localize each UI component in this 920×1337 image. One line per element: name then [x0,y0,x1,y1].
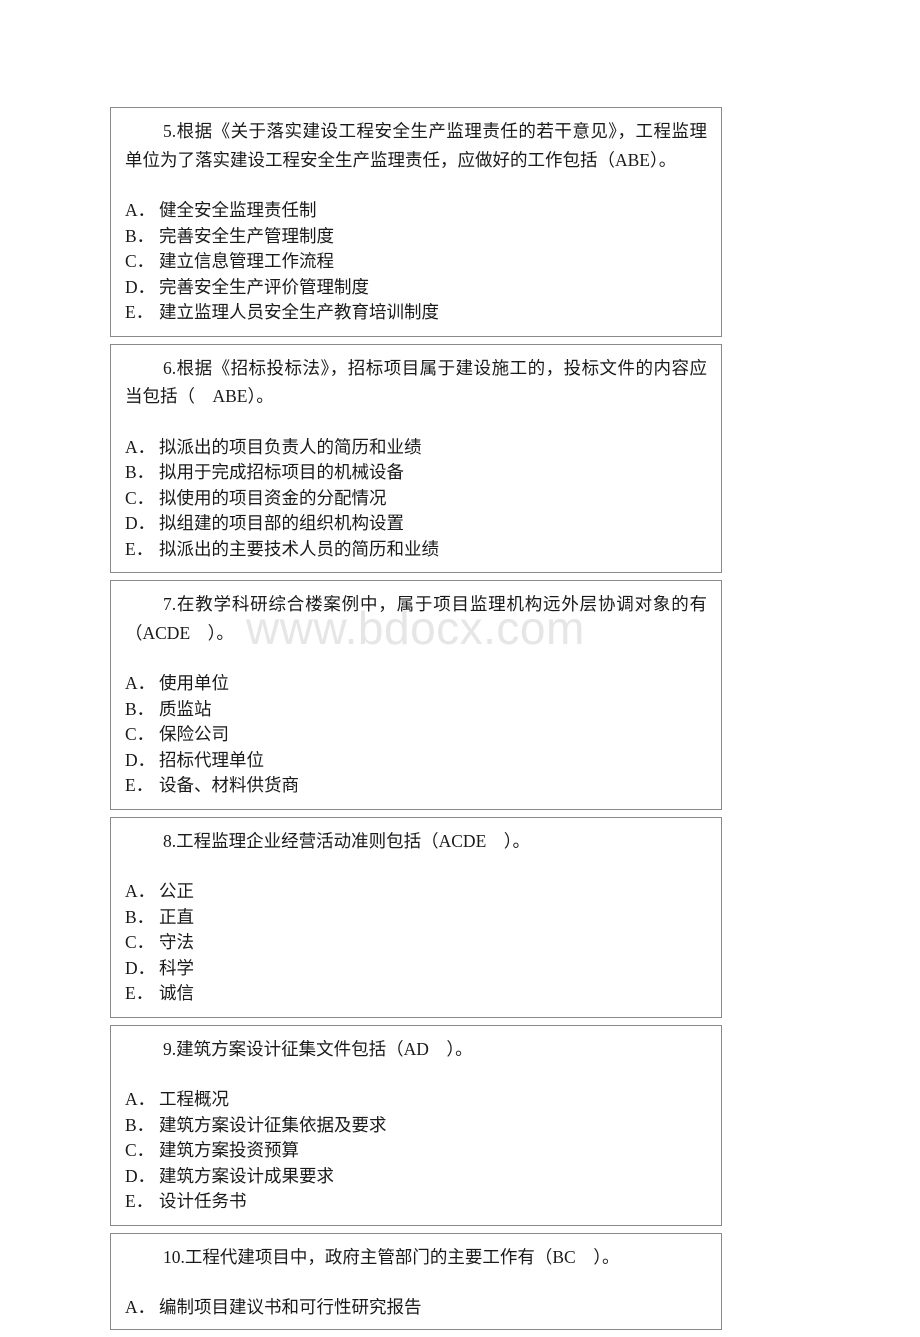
option-text: 工程概况 [159,1089,229,1109]
option-text: 完善安全生产管理制度 [159,225,334,246]
option-list: A． 拟派出的项目负责人的简历和业绩 B． 拟用于完成招标项目的机械设备 C． 拟使用… [111,435,721,573]
question-block-q7: 7.在教学科研综合楼案例中，属于项目监理机构远外层协调对象的有（ACDE ）。 … [110,580,722,810]
option-item[interactable]: E． 建立监理人员安全生产教育培训制度 [125,300,707,326]
option-text: 完善安全生产评价管理制度 [159,276,369,297]
option-text: 设备、材料供货商 [159,775,299,795]
option-label: C． [125,1140,155,1160]
option-list: A． 编制项目建议书和可行性研究报告 [111,1295,721,1329]
option-list: A． 工程概况 B． 建筑方案设计征集依据及要求 C． 建筑方案投资预算 D． 建筑方案… [111,1087,721,1225]
option-text: 拟组建的项目部的组织机构设置 [159,513,404,533]
option-text: 建立信息管理工作流程 [159,251,334,271]
option-text: 招标代理单位 [159,749,264,770]
option-label: A． [125,673,156,693]
question-stem: 8.工程监理企业经营活动准则包括（ACDE ）。 [163,830,531,851]
option-label: E． [125,983,154,1003]
option-label: D． [125,276,156,297]
option-label: E． [125,1191,154,1211]
option-item[interactable]: C． 守法 [125,930,707,956]
option-item[interactable]: D． 建筑方案设计成果要求 [125,1164,707,1190]
option-item[interactable]: A． 使用单位 [125,671,707,697]
option-label: A． [125,881,156,901]
option-label: B． [125,906,155,927]
option-text: 保险公司 [159,724,229,744]
option-text: 建筑方案设计征集依据及要求 [159,1114,387,1135]
option-item[interactable]: B． 完善安全生产管理制度 [125,224,707,250]
question-block-q8: 8.工程监理企业经营活动准则包括（ACDE ）。 A． 公正 B． 正直 C． 守法 … [110,816,722,1018]
question-block-q9: 9.建筑方案设计征集文件包括（AD ）。 A． 工程概况 B． 建筑方案设计征集依据… [110,1024,722,1226]
option-item[interactable]: C． 拟使用的项目资金的分配情况 [125,486,707,512]
option-item[interactable]: E． 诚信 [125,981,707,1007]
document-page: www.bdocx.com 5.根据《关于落实建设工程安全生产监理责任的若干意见… [0,0,920,1330]
option-text: 拟用于完成招标项目的机械设备 [159,462,404,482]
option-text: 正直 [159,906,194,927]
option-item[interactable]: B． 建筑方案设计征集依据及要求 [125,1113,707,1139]
option-text: 使用单位 [159,673,229,693]
question-stem: 6.根据《招标投标法》，招标项目属于建设施工的，投标文件的内容应当包括（ ABE… [125,357,707,407]
question-stem: 7.在教学科研综合楼案例中，属于项目监理机构远外层协调对象的有（ACDE ）。 [125,594,707,643]
option-label: E． [125,775,154,795]
option-item[interactable]: E． 设备、材料供货商 [125,773,707,799]
question-block-q5: 5.根据《关于落实建设工程安全生产监理责任的若干意见》，工程监理单位为了落实建设… [110,107,722,337]
option-item[interactable]: A． 拟派出的项目负责人的简历和业绩 [125,435,707,461]
option-list: A． 健全安全监理责任制 B． 完善安全生产管理制度 C． 建立信息管理工作流程 D．… [111,198,721,336]
option-text: 编制项目建议书和可行性研究报告 [159,1297,422,1317]
option-text: 质监站 [159,698,212,719]
question-stem: 10.工程代建项目中，政府主管部门的主要工作有（BC ）。 [163,1246,620,1267]
option-text: 拟使用的项目资金的分配情况 [159,487,387,508]
option-label: A． [125,1297,156,1317]
option-item[interactable]: A． 工程概况 [125,1087,707,1113]
question-list: 5.根据《关于落实建设工程安全生产监理责任的若干意见》，工程监理单位为了落实建设… [110,107,722,1337]
option-label: B． [125,462,155,482]
option-text: 拟派出的项目负责人的简历和业绩 [159,436,422,457]
option-list: A． 使用单位 B． 质监站 C． 保险公司 D． 招标代理单位 E． 设备、材料供货商 [111,671,721,809]
question-stem: 9.建筑方案设计征集文件包括（AD ）。 [163,1038,473,1059]
option-item[interactable]: B． 质监站 [125,697,707,723]
option-label: D． [125,749,156,770]
question-stem: 5.根据《关于落实建设工程安全生产监理责任的若干意见》，工程监理单位为了落实建设… [125,121,707,170]
option-item[interactable]: D． 拟组建的项目部的组织机构设置 [125,511,707,537]
option-item[interactable]: B． 拟用于完成招标项目的机械设备 [125,460,707,486]
option-item[interactable]: E． 设计任务书 [125,1189,707,1215]
option-item[interactable]: E． 拟派出的主要技术人员的简历和业绩 [125,537,707,563]
question-block-q10: 10.工程代建项目中，政府主管部门的主要工作有（BC ）。 A． 编制项目建议书和… [110,1232,722,1330]
option-label: D． [125,957,156,978]
option-item[interactable]: D． 完善安全生产评价管理制度 [125,275,707,301]
option-label: A． [125,200,156,220]
option-item[interactable]: C． 建筑方案投资预算 [125,1138,707,1164]
option-item[interactable]: A． 健全安全监理责任制 [125,198,707,224]
option-label: C． [125,251,155,271]
option-label: E． [125,302,154,322]
option-label: D． [125,1165,156,1186]
option-item[interactable]: C． 建立信息管理工作流程 [125,249,707,275]
option-label: A． [125,436,156,457]
option-text: 设计任务书 [159,1191,247,1211]
option-label: A． [125,1089,156,1109]
option-label: C． [125,724,155,744]
option-text: 科学 [159,957,194,978]
option-label: D． [125,513,156,533]
option-text: 建筑方案设计成果要求 [159,1165,334,1186]
option-text: 拟派出的主要技术人员的简历和业绩 [159,538,439,559]
option-label: E． [125,538,154,559]
option-list: A． 公正 B． 正直 C． 守法 D． 科学 E． 诚信 [111,879,721,1017]
option-label: C． [125,932,155,952]
option-item[interactable]: A． 编制项目建议书和可行性研究报告 [125,1295,707,1321]
option-item[interactable]: D． 招标代理单位 [125,748,707,774]
option-text: 建筑方案投资预算 [159,1140,299,1160]
option-text: 诚信 [159,983,194,1003]
option-item[interactable]: A． 公正 [125,879,707,905]
option-item[interactable]: B． 正直 [125,905,707,931]
option-text: 健全安全监理责任制 [159,200,317,220]
option-text: 公正 [159,881,194,901]
option-text: 守法 [159,932,194,952]
option-label: C． [125,487,155,508]
question-block-q6: 6.根据《招标投标法》，招标项目属于建设施工的，投标文件的内容应当包括（ ABE… [110,343,722,573]
option-item[interactable]: D． 科学 [125,956,707,982]
option-label: B． [125,1114,155,1135]
option-text: 建立监理人员安全生产教育培训制度 [159,302,439,322]
option-label: B． [125,698,155,719]
option-item[interactable]: C． 保险公司 [125,722,707,748]
option-label: B． [125,225,155,246]
